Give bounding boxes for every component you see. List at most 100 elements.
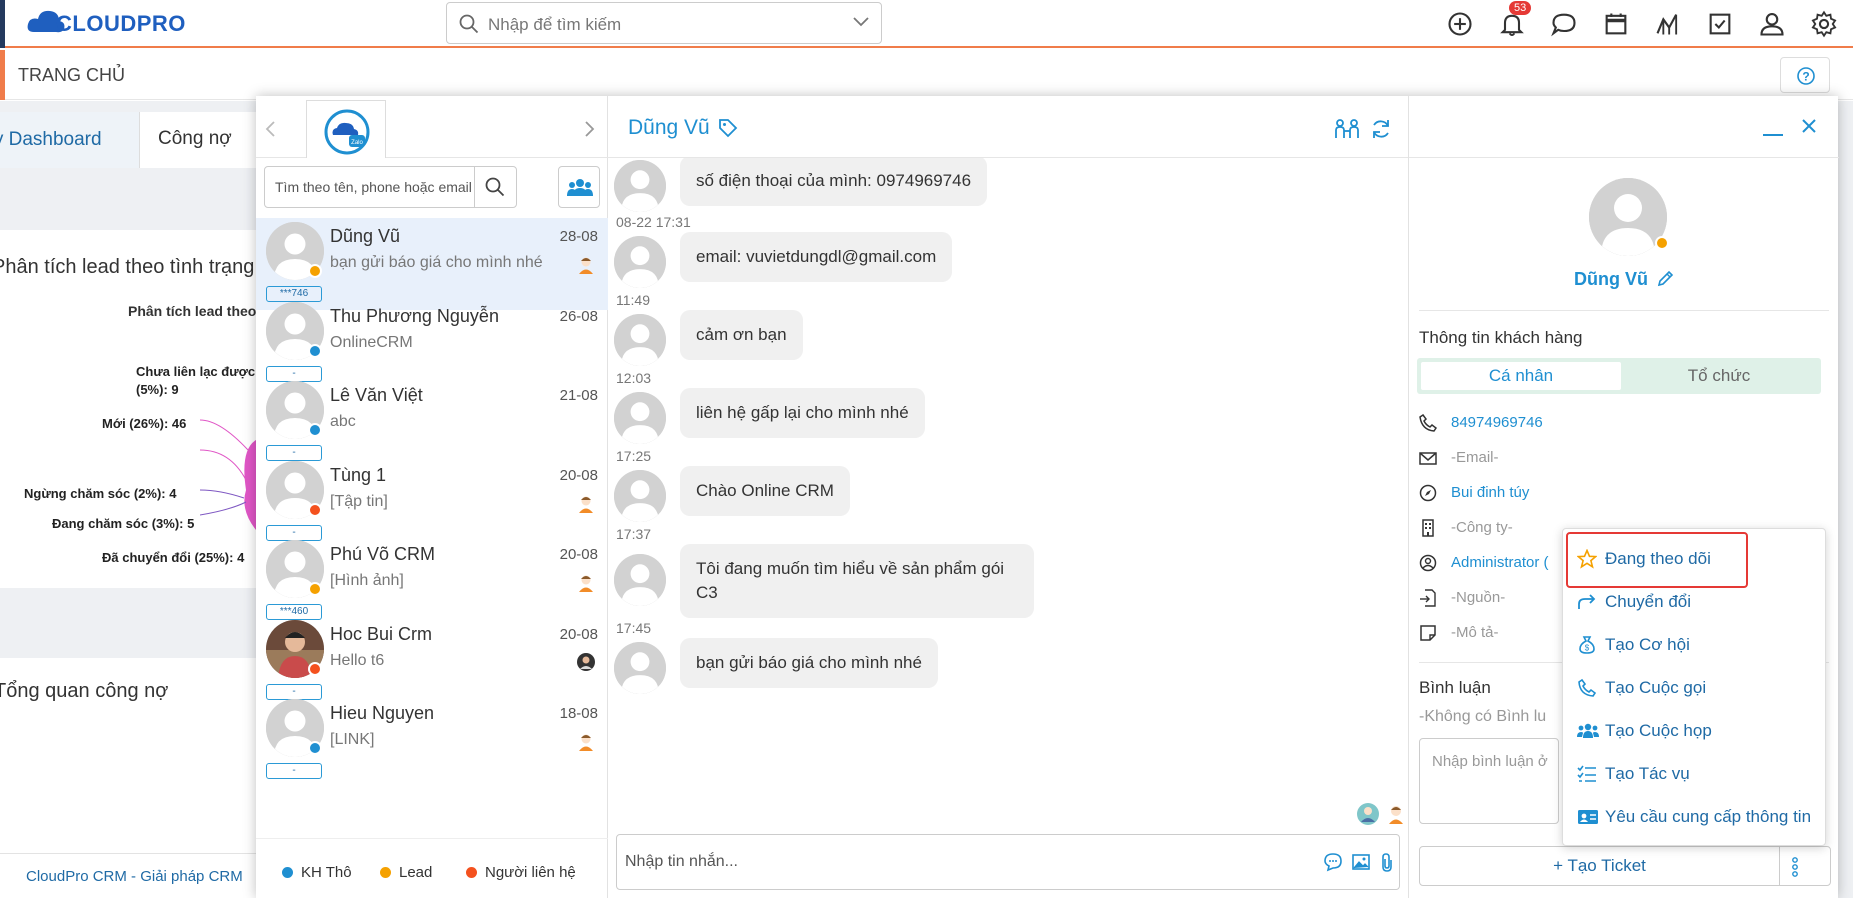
source-value: -Nguồn-: [1451, 589, 1506, 606]
phone-value[interactable]: 84974969746: [1451, 414, 1543, 431]
menu-item-create-task[interactable]: Tạo Tác vụ: [1563, 756, 1825, 792]
legend-item: Lead: [380, 864, 432, 881]
sticker-icon[interactable]: [1323, 852, 1343, 872]
chat-icon[interactable]: [1550, 10, 1578, 38]
minimize-icon[interactable]: [1763, 134, 1783, 136]
group-filter-button[interactable]: [558, 166, 600, 208]
description-value: -Mô tả-: [1451, 624, 1499, 641]
legend-dot: [282, 867, 293, 878]
contact-status-dot: [308, 741, 322, 755]
default-avatar-icon: [614, 470, 666, 522]
contact-date: 20-08: [559, 466, 598, 484]
id-card-icon: [1578, 810, 1598, 824]
comments-title: Bình luận: [1419, 678, 1491, 697]
customer-name-text: Dũng Vũ: [1574, 268, 1648, 289]
menu-item-request-info[interactable]: Yêu cầu cung cấp thông tin: [1563, 799, 1825, 835]
tag-icon[interactable]: [718, 118, 738, 138]
conversation-header: Dũng Vũ: [608, 96, 1408, 158]
tab-my-dashboard[interactable]: My Dashboard: [0, 112, 140, 168]
gear-icon[interactable]: [1810, 10, 1838, 38]
comment-input[interactable]: Nhập bình luận ở: [1419, 738, 1559, 824]
menu-item-create-call[interactable]: Tạo Cuộc gọi: [1563, 670, 1825, 706]
assign-users-icon[interactable]: [1334, 118, 1360, 140]
chart-icon[interactable]: [1654, 10, 1682, 38]
close-icon[interactable]: [1801, 118, 1817, 134]
menu-item-label: Tạo Cuộc gọi: [1605, 678, 1707, 697]
legend-label: KH Thô: [301, 864, 352, 881]
seen-avatar-2: [1389, 806, 1403, 824]
contact-item[interactable]: - Hieu Nguyen [LINK] 18-08: [256, 693, 608, 787]
menu-item-create-meeting[interactable]: Tạo Cuộc họp: [1563, 713, 1825, 749]
conversation-contact-name[interactable]: Dũng Vũ: [628, 116, 710, 140]
message-bubble[interactable]: email: vuvietdungdl@gmail.com: [680, 232, 953, 282]
attachment-icon[interactable]: [1379, 852, 1395, 872]
help-button[interactable]: ?: [1780, 57, 1830, 93]
global-search[interactable]: Nhập để tìm kiếm: [446, 2, 882, 44]
staff-avatar-icon: [579, 257, 593, 274]
contact-search-button[interactable]: [474, 167, 516, 207]
footer-text[interactable]: CloudPro CRM - Giải pháp CRM: [26, 868, 243, 885]
user-icon[interactable]: [1758, 10, 1786, 38]
zalo-channel-tab[interactable]: Zalo: [306, 100, 386, 158]
checkbox-icon[interactable]: [1706, 10, 1734, 38]
share-icon: [1578, 594, 1596, 609]
contact-search-input[interactable]: Tìm theo tên, phone hoặc email: [264, 166, 517, 208]
building-icon: [1422, 519, 1434, 537]
message-bubble[interactable]: cảm ơn bạn: [680, 310, 803, 360]
refresh-icon[interactable]: [1370, 118, 1392, 140]
create-ticket-button[interactable]: + Tạo Ticket: [1420, 847, 1780, 885]
menu-item-label: Tạo Cuộc họp: [1605, 721, 1712, 740]
menu-item-label: Tạo Tác vụ: [1605, 764, 1690, 783]
help-icon: ?: [1797, 67, 1815, 85]
chevron-down-icon[interactable]: [853, 17, 869, 27]
customer-section-title: Thông tin khách hàng: [1419, 328, 1583, 347]
contact-last-message: [Hình ảnh]: [330, 572, 404, 589]
message-bubble[interactable]: Tôi đang muốn tìm hiểu về sản phẩm gói C…: [680, 544, 1034, 618]
no-comments-text: -Không có Bình lu: [1419, 708, 1547, 725]
message-timestamp: 17:25: [616, 448, 652, 464]
tab-to-chuc[interactable]: Tổ chức: [1621, 362, 1817, 390]
staff-avatar-icon: [579, 496, 593, 513]
cloudpro-logo[interactable]: CLOUDPRO: [26, 6, 186, 40]
edit-icon[interactable]: [1656, 270, 1674, 288]
tab-ca-nhan[interactable]: Cá nhân: [1421, 362, 1621, 390]
calendar-icon[interactable]: [1602, 10, 1630, 38]
highlight-box: [1566, 532, 1748, 588]
contact-status-dot: [308, 264, 322, 278]
composer-placeholder: Nhập tin nhắn...: [625, 853, 738, 870]
message-bubble[interactable]: số điện thoại của mình: 0974969746: [680, 158, 988, 206]
tab-cong-no[interactable]: Công nợ: [158, 128, 232, 150]
group-icon: [567, 179, 593, 196]
more-vertical-icon[interactable]: [1792, 857, 1798, 877]
chevron-right-icon[interactable]: [584, 120, 596, 138]
email-value: -Email-: [1451, 449, 1499, 466]
people-icon: [1577, 723, 1599, 738]
menu-item-create-opportunity[interactable]: $ Tạo Cơ hội: [1563, 627, 1825, 663]
menu-item-label: Tạo Cơ hội: [1605, 635, 1690, 654]
contact-last-message: abc: [330, 413, 356, 430]
contact-list: ***746 Dũng Vũ bạn gửi báo giá cho mình nh…: [256, 218, 608, 838]
owner-value[interactable]: Administrator (: [1451, 554, 1549, 571]
message-bubble[interactable]: liên hệ gấp lại cho mình nhé: [680, 388, 925, 438]
page-title: TRANG CHỦ: [18, 65, 125, 85]
message-composer[interactable]: Nhập tin nhắn...: [616, 834, 1400, 890]
image-icon[interactable]: [1351, 852, 1371, 872]
plus-icon: +: [1553, 856, 1564, 875]
email-icon: [1419, 452, 1437, 465]
info-panel-header: [1409, 96, 1839, 158]
divider: [1419, 310, 1829, 311]
add-icon[interactable]: [1446, 10, 1474, 38]
svg-text:?: ?: [1802, 70, 1809, 84]
assigned-staff-avatar: [576, 731, 596, 751]
message-bubble[interactable]: Chào Online CRM: [680, 466, 850, 516]
compass-icon: [1419, 484, 1437, 502]
chart-label: (5%): 9: [136, 382, 179, 397]
notification-badge[interactable]: 53: [1509, 1, 1532, 15]
pie-chart-fragment: [200, 419, 256, 530]
channel-tabs: Zalo: [256, 96, 608, 158]
menu-item-convert[interactable]: Chuyển đổi: [1563, 584, 1825, 620]
message-avatar: [614, 470, 666, 522]
message-bubble[interactable]: bạn gửi báo giá cho mình nhé: [680, 638, 938, 688]
message-timestamp: 08-22 17:31: [616, 214, 691, 230]
chevron-left-icon[interactable]: [264, 120, 276, 138]
